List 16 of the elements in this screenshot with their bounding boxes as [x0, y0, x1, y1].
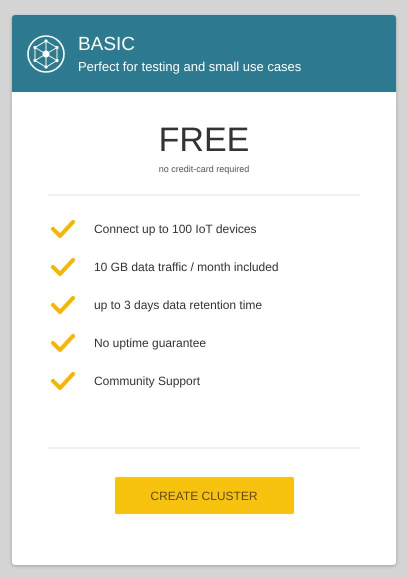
check-icon	[50, 371, 76, 391]
feature-text: Connect up to 100 IoT devices	[94, 222, 257, 236]
check-icon	[50, 333, 76, 353]
feature-text: No uptime guarantee	[94, 336, 206, 350]
check-icon	[50, 257, 76, 277]
plan-title: BASIC	[78, 34, 136, 56]
price: FREE	[158, 121, 250, 160]
feature-text: 10 GB data traffic / month included	[94, 260, 279, 274]
create-cluster-button[interactable]: CREATE CLUSTER	[114, 477, 294, 514]
plan-subtitle: Perfect for testing and small use cases	[78, 58, 302, 74]
feature-text: Community Support	[94, 374, 200, 388]
check-icon	[50, 219, 76, 239]
price-note: no credit-card required	[158, 164, 250, 174]
check-icon	[50, 295, 76, 315]
network-icon	[26, 34, 66, 74]
feature-text: up to 3 days data retention time	[94, 298, 262, 312]
